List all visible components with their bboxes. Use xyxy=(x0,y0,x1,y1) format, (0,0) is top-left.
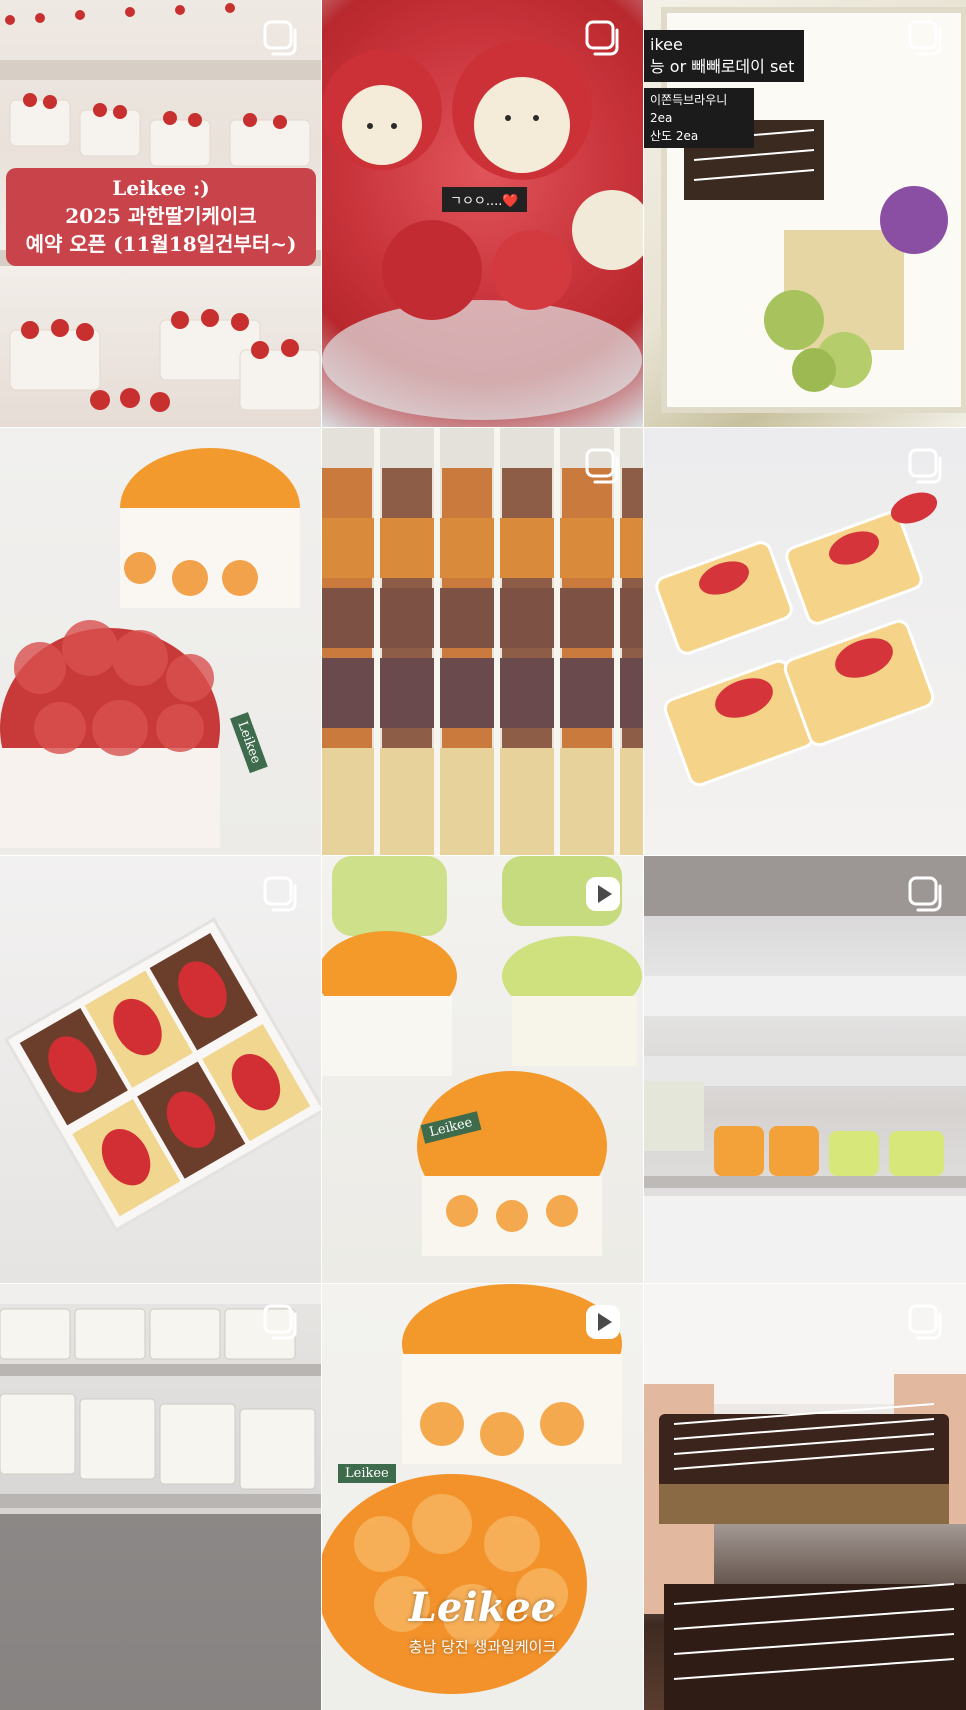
post-grid: Leikee :) 2025 과한딸기케이크 예약 오픈 (11월18일건부터~… xyxy=(0,0,966,1710)
photo-packaged-sandwiches xyxy=(0,1284,321,1710)
carousel-icon xyxy=(583,446,623,486)
post-label-set-name: ikee 능 or 빼빼로데이 set xyxy=(644,30,804,82)
carousel-icon xyxy=(906,1302,946,1342)
carousel-icon xyxy=(583,18,623,58)
photo-dessert-trays xyxy=(322,428,643,855)
photo-fruit-cakes xyxy=(322,856,642,1256)
post-tile-strawberry-cake-display[interactable]: Leikee :) 2025 과한딸기케이크 예약 오픈 (11월18일건부터~… xyxy=(0,0,321,427)
carousel-icon xyxy=(261,18,301,58)
brand-subtitle: 충남 당진 생과일케이크 xyxy=(408,1638,557,1656)
post-label-set-items: 이쫀득브라우니 2ea 산도 2ea xyxy=(644,88,754,148)
post-tile-strawberry-orange-cakes[interactable]: Leikee xyxy=(0,428,321,855)
post-tile-santa-figurines[interactable]: ㄱㅇㅇ....❤️ xyxy=(322,0,643,427)
post-tile-sandwich-box[interactable]: ikee 능 or 빼빼로데이 set 이쫀득브라우니 2ea 산도 2ea xyxy=(644,0,966,427)
post-tile-brownie[interactable] xyxy=(644,1284,966,1710)
carousel-icon xyxy=(261,874,301,914)
reel-icon xyxy=(583,1302,623,1342)
photo-strawberry-rolls xyxy=(655,492,938,787)
reel-icon xyxy=(583,874,623,914)
post-tile-display-case[interactable] xyxy=(644,856,966,1283)
leikee-tag: Leikee xyxy=(338,1464,396,1483)
photo-strawberry-sandwiches xyxy=(4,917,321,1232)
post-tile-orange-cake-reel[interactable]: Leikee Leikee 충남 당진 생과일케이크 xyxy=(322,1284,643,1710)
post-tile-strawberry-rolls[interactable] xyxy=(644,428,966,855)
post-tile-packaged-sandwiches[interactable] xyxy=(0,1284,321,1710)
carousel-icon xyxy=(261,1302,301,1342)
post-caption-banner: Leikee :) 2025 과한딸기케이크 예약 오픈 (11월18일건부터~… xyxy=(6,168,316,266)
caption-line-1: Leikee :) xyxy=(112,176,210,200)
photo-display-case xyxy=(644,856,966,1283)
carousel-icon xyxy=(906,874,946,914)
caption-line-2: 2025 과한딸기케이크 xyxy=(65,204,257,228)
post-tile-strawberry-sandwiches[interactable] xyxy=(0,856,321,1283)
carousel-icon xyxy=(906,446,946,486)
photo-strawberry-orange-cakes xyxy=(0,448,300,848)
post-tile-dessert-trays[interactable] xyxy=(322,428,643,855)
carousel-icon xyxy=(906,18,946,58)
photo-santa-figurines xyxy=(322,40,643,420)
brand-logo-text: Leikee xyxy=(408,1584,557,1631)
caption-line-3: 예약 오픈 (11월18일건부터~) xyxy=(25,232,297,256)
photo-brownie xyxy=(644,1284,966,1710)
post-sticker-label: ㄱㅇㅇ....❤️ xyxy=(442,187,527,212)
post-tile-fruit-cakes-reel[interactable]: Leikee xyxy=(322,856,643,1283)
